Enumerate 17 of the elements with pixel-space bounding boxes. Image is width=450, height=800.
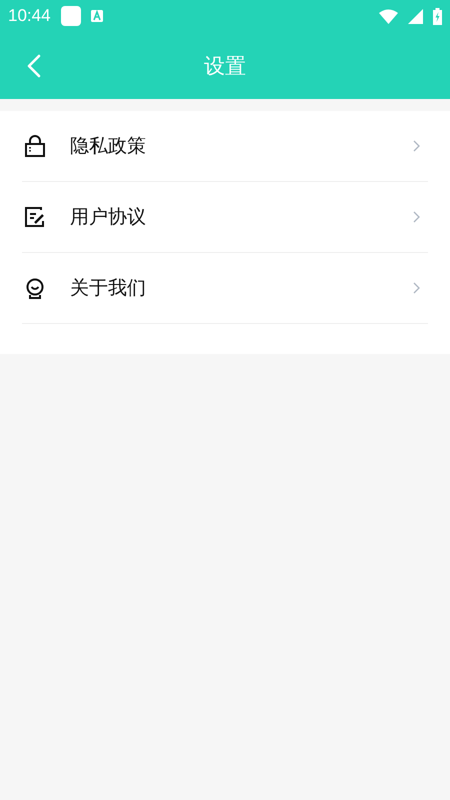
settings-row[interactable]: 用户协议: [22, 182, 428, 253]
app-notification-icon: [60, 6, 81, 26]
battery-icon: [433, 8, 442, 24]
chevron-icon: [413, 211, 420, 223]
status-time: 10:44: [8, 6, 51, 26]
chevron-icon: [413, 140, 420, 152]
wifi-icon: [379, 8, 398, 24]
back-icon: [27, 54, 41, 78]
edit-note-icon: [24, 206, 46, 228]
lock-icon: [24, 135, 46, 157]
settings-row[interactable]: 关于我们: [22, 253, 428, 324]
font-notification-icon: [90, 10, 103, 22]
signal-icon: [408, 8, 423, 24]
page-title: 设置: [204, 52, 246, 80]
settings-row[interactable]: 隐私政策: [22, 111, 428, 182]
chevron-icon: [413, 282, 420, 294]
person-icon: [24, 277, 46, 299]
